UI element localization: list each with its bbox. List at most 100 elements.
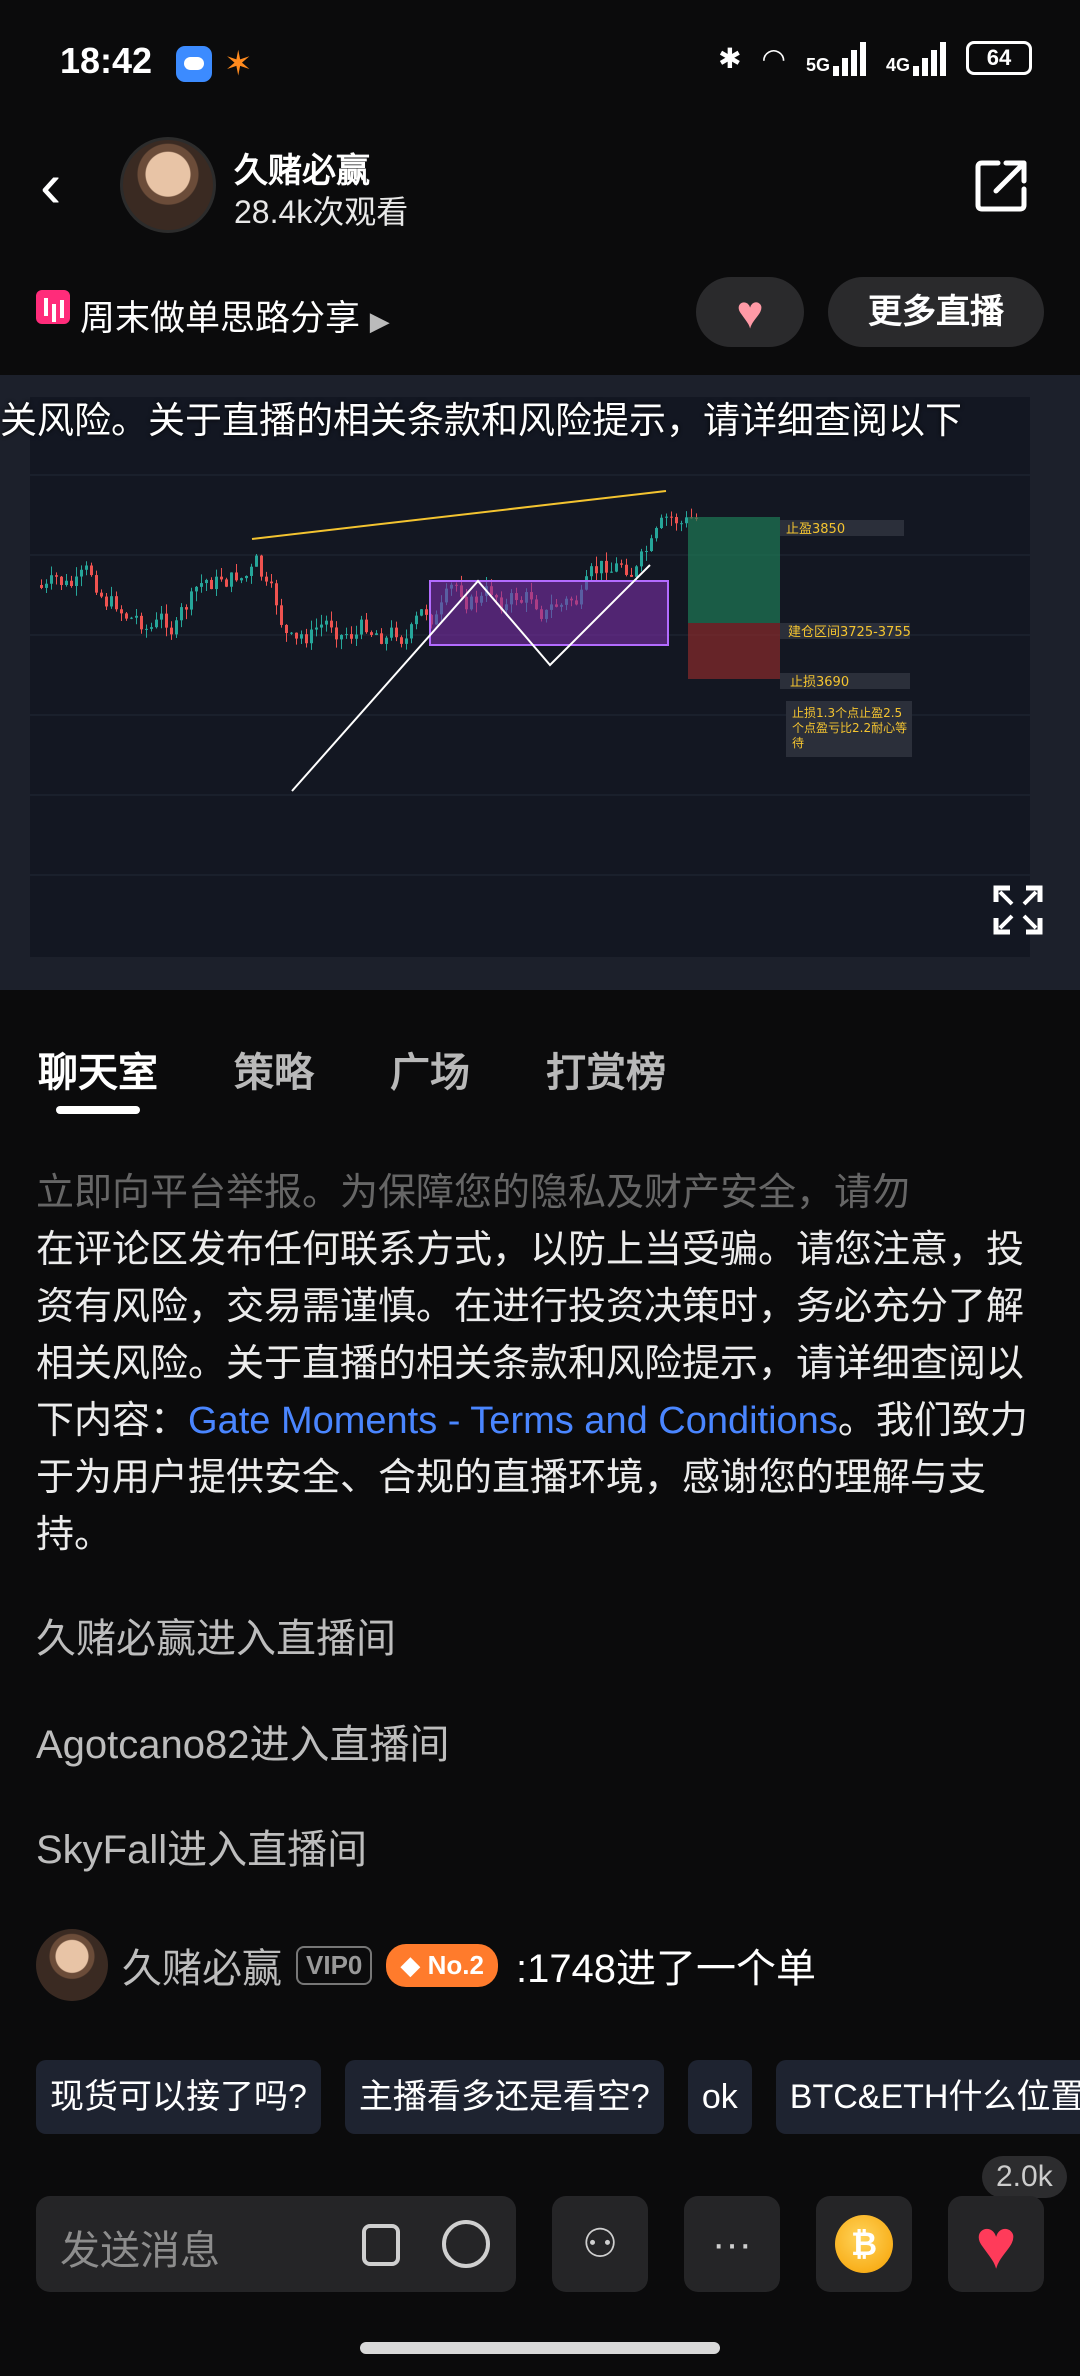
entry-range-box [429, 580, 669, 646]
strategy-note-line-1: 止损1.3个点止盈2.5 [792, 706, 902, 720]
candle-body [315, 627, 318, 630]
candle-body [390, 627, 393, 638]
candle-body [640, 551, 643, 567]
user-manage-button[interactable]: ⚇ [552, 2196, 648, 2292]
notice-faded-line: 立即向平台举报。为保障您的隐私及财产安全，请勿 [36, 1172, 911, 1214]
user-gear-icon: ⚇ [582, 2222, 618, 2266]
more-dots-icon: ··· [712, 2221, 752, 2266]
candle-body [610, 571, 613, 573]
fullscreen-icon[interactable] [988, 880, 1048, 940]
host-name[interactable]: 久赌必赢 [234, 143, 370, 192]
candle-body [665, 516, 668, 518]
message-input[interactable]: 发送消息 [36, 2196, 516, 2292]
strategy-note-line-2: 个点盈亏比2.2耐心等 [792, 721, 907, 735]
live-topic[interactable]: 周末做单思路分享 ▶ [80, 290, 390, 341]
take-profit-label: 止盈3850 [786, 522, 845, 537]
candle-body [405, 638, 408, 644]
candle-body [345, 634, 348, 636]
chat-message: 久赌必赢 VIP0 ◆ No.2 :1748进了一个单 [36, 1925, 816, 2005]
candle-body [245, 575, 248, 579]
candle-body [635, 566, 638, 577]
candle-body [240, 578, 243, 581]
candle-body [680, 523, 683, 525]
candle-body [330, 620, 333, 628]
tab-strategy[interactable]: 策略 [234, 1040, 314, 1098]
trading-chart-stream: 止盈3850 建仓区间3725-3755 止损3690 止损1.3个点止盈2.5… [0, 375, 1080, 990]
live-header: ‹ 久赌必赢 28.4k次观看 [0, 125, 1080, 255]
candle-body [170, 627, 173, 635]
candle-body [260, 555, 263, 577]
home-indicator [360, 2342, 720, 2354]
quick-reply[interactable]: BTC&ETH什么位置 [775, 2060, 1080, 2134]
back-arrow-icon[interactable]: ‹ [40, 153, 84, 217]
candle-body [360, 619, 363, 635]
candle-body [425, 609, 428, 615]
more-options-button[interactable]: ··· [684, 2196, 780, 2292]
subheader: 周末做单思路分享 ▶ ♥ 更多直播 [0, 272, 1080, 352]
tab-chatroom[interactable]: 聊天室 [38, 1040, 158, 1098]
candle-body [100, 592, 103, 597]
play-triangle-icon: ▶ [369, 306, 390, 336]
quick-reply[interactable]: 主播看多还是看空? [344, 2060, 664, 2134]
candle-body [255, 555, 258, 567]
candle-body [325, 620, 328, 625]
candle-body [650, 538, 653, 552]
tab-reward-ranking[interactable]: 打赏榜 [546, 1040, 666, 1098]
candle-body [655, 528, 658, 539]
candle-body [215, 576, 218, 590]
emoji-icon[interactable] [442, 2220, 490, 2268]
profit-zone [688, 517, 780, 623]
host-avatar[interactable] [120, 137, 216, 233]
candle-body [250, 566, 253, 576]
candle-body [40, 585, 43, 588]
candle-body [395, 627, 398, 638]
share-icon[interactable] [972, 155, 1032, 215]
candle-body [385, 637, 388, 644]
terms-link[interactable]: Gate Moments - Terms and Conditions [188, 1400, 838, 1442]
candle-body [210, 579, 213, 590]
candle-body [365, 619, 368, 633]
candle-body [125, 613, 128, 619]
candle-body [645, 551, 648, 553]
candle-body [105, 596, 108, 607]
topic-bars-icon [36, 290, 70, 324]
candle-body [230, 572, 233, 587]
candle-body [90, 565, 93, 576]
view-count: 28.4k次观看 [234, 194, 409, 230]
chat-username[interactable]: 久赌必赢 [122, 1936, 282, 1994]
candle-body [165, 613, 168, 628]
candle-body [320, 624, 323, 628]
candle-body [310, 629, 313, 644]
signal-4g-icon: 4G [886, 40, 946, 76]
candle-body [355, 634, 358, 639]
coin-gift-button[interactable]: ₿ [816, 2196, 912, 2292]
candle-body [340, 634, 343, 640]
like-count: 2.0k [982, 2156, 1067, 2198]
candle-body [115, 596, 118, 610]
handshake-heart-button[interactable]: ♥ [696, 277, 804, 347]
status-bar: 18:42 ✶ ✱ ◠ 5G 4G 64 [0, 0, 1080, 125]
candle-body [45, 583, 48, 588]
quick-replies: 现货可以接了吗? 主播看多还是看空? ok BTC&ETH什么位置 [36, 2060, 1080, 2134]
risk-marquee: 关风险。关于直播的相关条款和风险提示，请详细查阅以下 [0, 400, 962, 441]
red-packet-icon[interactable] [362, 2224, 400, 2266]
more-live-button[interactable]: 更多直播 [828, 277, 1044, 347]
chat-entry: Agotcano82进入直播间 [36, 1723, 450, 1767]
chat-avatar[interactable] [36, 1929, 108, 2001]
candle-body [375, 633, 378, 635]
candle-body [50, 575, 53, 584]
candle-body [270, 581, 273, 584]
candle-body [220, 576, 223, 580]
quick-reply[interactable]: 现货可以接了吗? [36, 2060, 321, 2134]
quick-reply[interactable]: ok [687, 2060, 752, 2134]
candle-body [130, 617, 133, 619]
tab-bar: 聊天室 策略 广场 打赏榜 [0, 1030, 1080, 1120]
candle-body [675, 517, 678, 524]
tab-square[interactable]: 广场 [390, 1040, 470, 1098]
candle-body [290, 632, 293, 634]
like-button[interactable]: ♥ [948, 2196, 1044, 2292]
vip-badge: VIP0 [296, 1945, 373, 1985]
rank-badge: ◆ No.2 [386, 1943, 498, 1987]
candle-body [615, 563, 618, 572]
live-video[interactable]: 止盈3850 建仓区间3725-3755 止损3690 止损1.3个点止盈2.5… [0, 375, 1080, 990]
